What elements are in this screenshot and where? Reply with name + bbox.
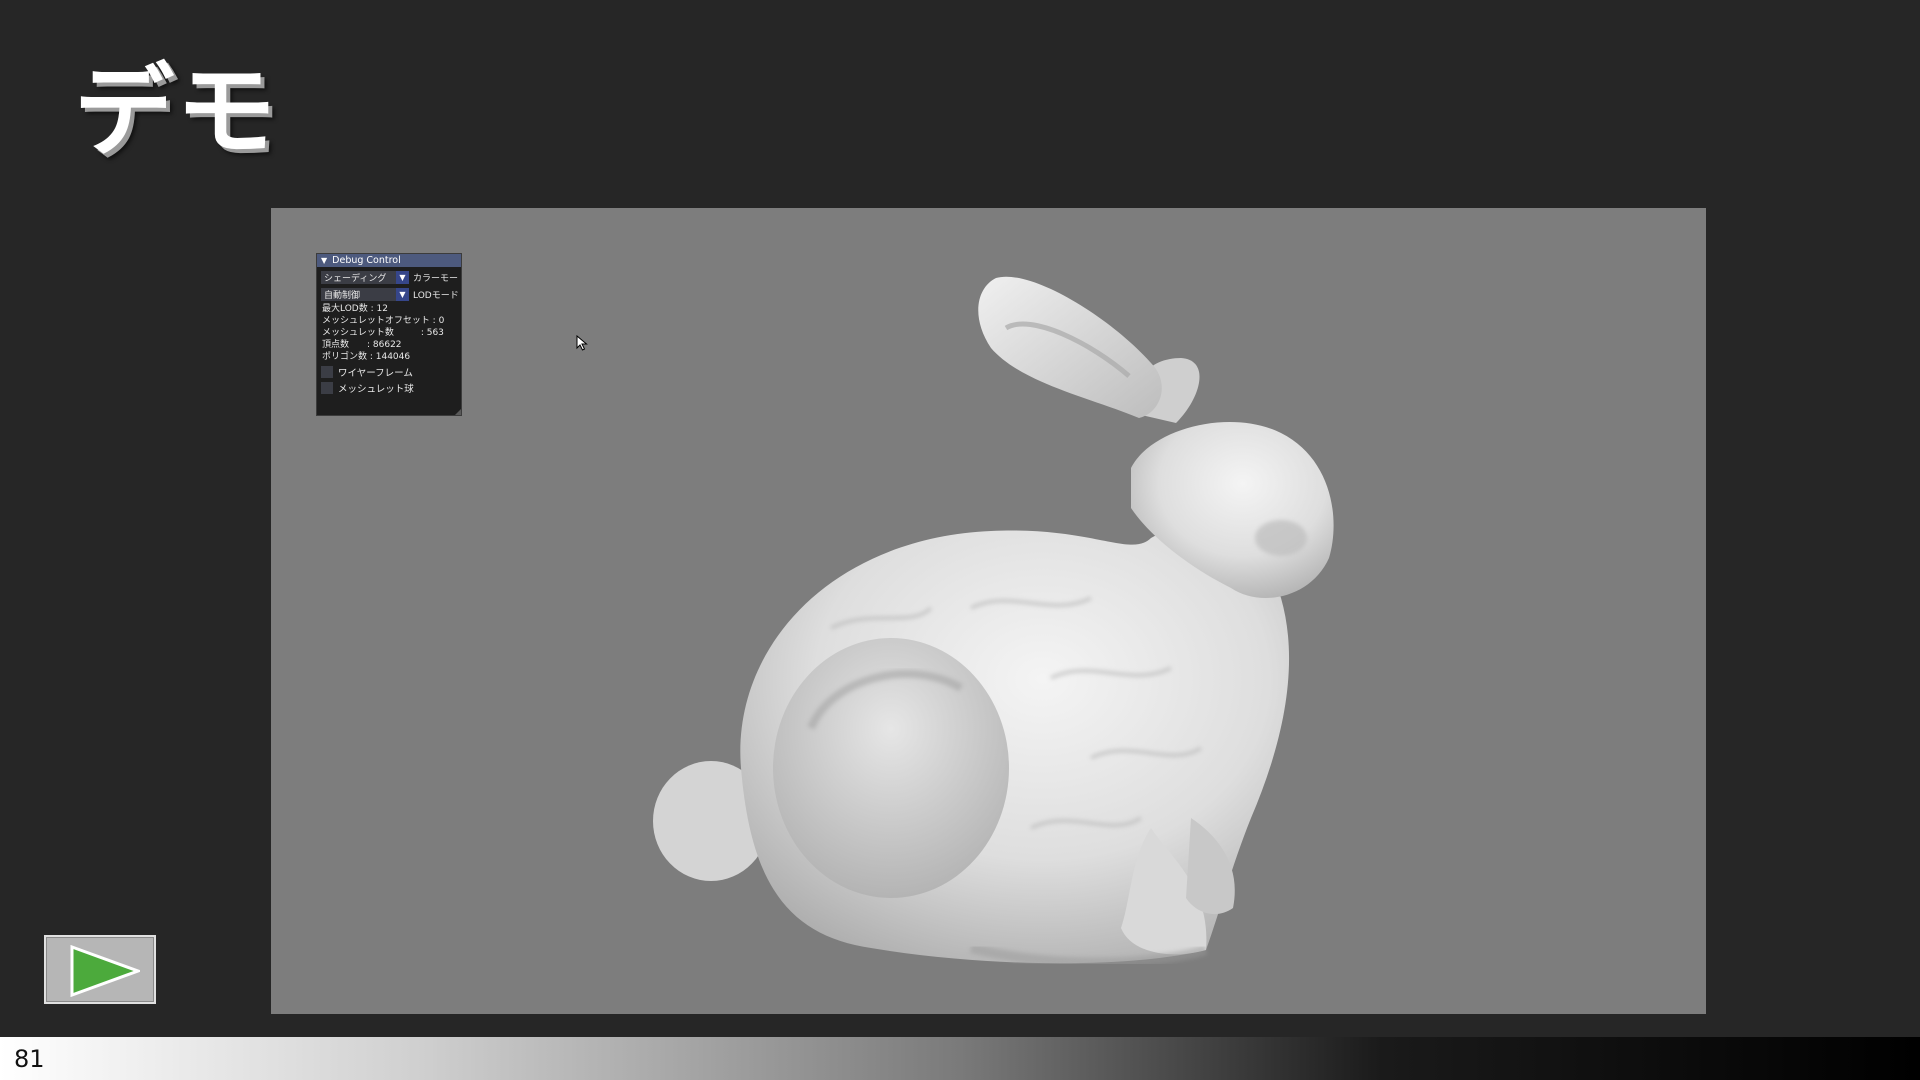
shading-combo-row: シェーディング ▼ カラーモード xyxy=(321,271,461,284)
combo-dropdown-arrow-icon[interactable]: ▼ xyxy=(396,288,409,301)
bunny-render-image xyxy=(653,276,1334,968)
play-button[interactable] xyxy=(44,935,156,1004)
color-mode-label: カラーモード xyxy=(413,274,458,284)
wireframe-checkbox[interactable] xyxy=(321,366,333,378)
combo-dropdown-arrow-icon[interactable]: ▼ xyxy=(396,271,409,284)
stat-max-lod: 最大LOD数 : 12 xyxy=(322,304,388,314)
resize-grip-icon[interactable] xyxy=(455,409,461,415)
shading-combo[interactable]: シェーディング ▼ xyxy=(321,271,409,284)
wireframe-checkbox-row[interactable]: ワイヤーフレーム xyxy=(321,365,461,379)
stat-polygon-count: ポリゴン数 : 144046 xyxy=(322,352,411,362)
slide-footer-bar: 81 xyxy=(0,1037,1920,1080)
lod-combo[interactable]: 自動制御 ▼ xyxy=(321,288,409,301)
shading-combo-value: シェーディング xyxy=(324,274,387,284)
slide-title: デモ xyxy=(74,53,278,170)
meshlet-sphere-checkbox-row[interactable]: メッシュレット球 xyxy=(321,381,461,395)
stat-vertex-count: 頂点数 : 86622 xyxy=(322,340,402,350)
debug-control-panel[interactable]: ▼ Debug Control シェーディング ▼ カラーモード 自動制御 ▼ … xyxy=(316,253,462,416)
debug-panel-title: Debug Control xyxy=(332,255,401,266)
debug-panel-header[interactable]: ▼ Debug Control xyxy=(317,254,461,267)
play-icon xyxy=(70,945,140,997)
collapse-triangle-icon[interactable]: ▼ xyxy=(321,256,327,265)
lod-mode-label: LODモード xyxy=(413,291,458,301)
mouse-cursor-icon xyxy=(576,335,588,351)
lod-combo-value: 自動制御 xyxy=(324,291,361,301)
page-number: 81 xyxy=(14,1045,45,1073)
lod-combo-row: 自動制御 ▼ LODモード xyxy=(321,288,461,301)
meshlet-sphere-label: メッシュレット球 xyxy=(338,384,414,395)
stat-meshlet-offset: メッシュレットオフセット : 0 xyxy=(322,316,445,326)
wireframe-label: ワイヤーフレーム xyxy=(338,368,413,379)
stat-meshlet-count: メッシュレット数 : 563 xyxy=(322,328,444,338)
meshlet-sphere-checkbox[interactable] xyxy=(321,382,333,394)
demo-video-frame[interactable]: ▼ Debug Control シェーディング ▼ カラーモード 自動制御 ▼ … xyxy=(271,208,1706,1014)
